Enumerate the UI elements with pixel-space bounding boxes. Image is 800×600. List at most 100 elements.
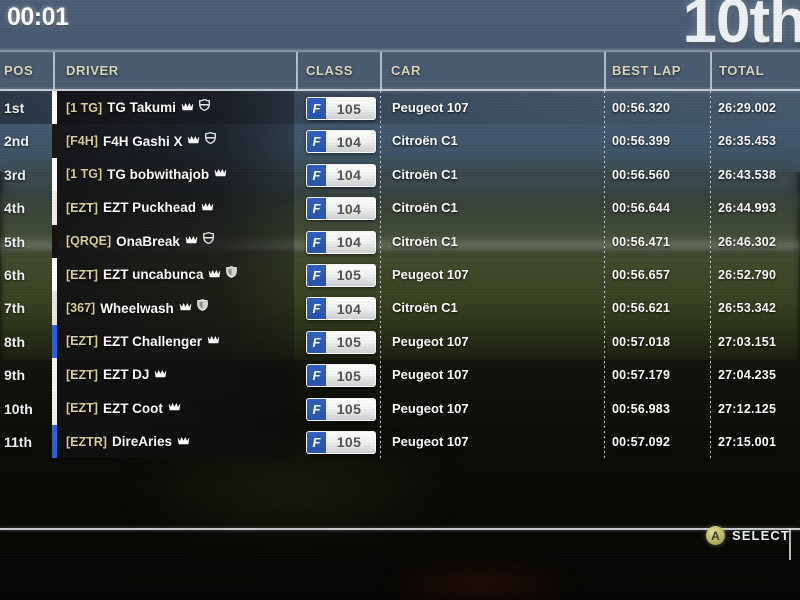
row-class-plate: F 104 [306, 130, 376, 154]
row-car: Peugeot 107 [392, 433, 469, 449]
column-header-driver: DRIVER [66, 63, 119, 78]
class-plate-number: 104 [336, 133, 362, 150]
crown-icon [208, 265, 221, 283]
row-car: Citroën C1 [392, 233, 458, 249]
table-row[interactable]: 10th [EZT] EZT Coot F 105 Peugeot 107 00:56.98… [0, 391, 800, 425]
row-class-plate: F 105 [306, 97, 376, 120]
table-row[interactable]: 8th [EZT] EZT Challenger F 105 Peugeot 107 00:… [0, 324, 800, 359]
row-class-plate: F 104 [306, 230, 376, 254]
row-car: Peugeot 107 [392, 266, 469, 282]
row-best-lap: 00:56.983 [612, 401, 671, 416]
crown-icon [179, 298, 192, 316]
row-total-time: 26:43.538 [718, 167, 777, 182]
row-driver-cell[interactable]: [EZT] EZT Challenger [57, 324, 294, 359]
row-driver-name: OnaBreak [116, 233, 180, 249]
row-driver-tag: [QRQE] [66, 234, 112, 249]
class-plate-prefix: F [307, 431, 326, 453]
row-position: 2nd [4, 133, 29, 150]
table-row[interactable]: 2nd [F4H] F4H Gashi X F 104 Citroën C1 00:56.3… [0, 124, 800, 158]
row-driver-cell[interactable]: [EZT] EZT uncabunca [57, 257, 294, 292]
row-driver-tag: [1 TG] [66, 100, 103, 115]
table-row[interactable]: 1st [1 TG] TG Takumi F 105 Peugeot 107 00:56.3… [0, 91, 800, 125]
player-position: 10th [682, 0, 800, 56]
row-total-time: 27:04.235 [718, 368, 777, 383]
row-class-plate: F 104 [306, 197, 376, 221]
row-driver-tag: [EZTR] [66, 434, 107, 449]
row-driver-cell[interactable]: [QRQE] OnaBreak [57, 224, 294, 258]
row-car: Peugeot 107 [392, 100, 469, 115]
table-row[interactable]: 4th [EZT] EZT Puckhead F 104 Citroën C1 00:56.… [0, 191, 800, 225]
class-plate-number: 105 [336, 434, 362, 451]
row-driver-cell[interactable]: [F4H] F4H Gashi X [57, 124, 294, 158]
row-driver-cell[interactable]: [EZT] EZT Coot [57, 391, 294, 425]
shield-banded-icon [202, 231, 214, 249]
row-best-lap: 00:57.179 [612, 368, 671, 383]
row-car: Citroën C1 [392, 166, 458, 182]
class-plate-prefix: F [307, 331, 326, 353]
row-position: 9th [4, 367, 25, 384]
footer-rule [0, 528, 800, 530]
row-driver-tag: [EZT] [66, 367, 98, 382]
row-position: 6th [4, 266, 25, 283]
row-driver-tag: [367] [66, 301, 96, 316]
header-divider-pos [53, 52, 55, 89]
row-driver-cell[interactable]: [EZT] EZT DJ [57, 358, 294, 392]
crown-icon [177, 432, 190, 450]
row-driver-cell[interactable]: [1 TG] TG bobwithajob [57, 157, 294, 192]
shield-solid-icon [196, 298, 208, 316]
header-divider-car [380, 52, 382, 89]
row-driver-name: F4H Gashi X [102, 133, 183, 149]
row-total-time: 26:29.002 [718, 101, 777, 115]
row-position: 8th [4, 333, 25, 350]
table-header-row: POS DRIVER CLASS CAR BEST LAP TOTAL [0, 50, 800, 89]
row-class-plate: F 104 [306, 297, 376, 321]
class-plate-number: 105 [336, 334, 362, 351]
row-driver-cell[interactable]: [367] Wheelwash [57, 291, 294, 325]
class-plate-number: 104 [336, 300, 362, 317]
row-best-lap: 00:56.471 [612, 234, 671, 249]
row-car: Peugeot 107 [392, 367, 469, 383]
table-row[interactable]: 5th [QRQE] OnaBreak F 104 Citroën C1 00:56.471… [0, 224, 800, 258]
row-position: 10th [4, 400, 33, 417]
class-plate-number: 105 [336, 367, 362, 384]
row-driver-name: EZT Challenger [102, 333, 202, 349]
row-total-time: 26:53.342 [718, 301, 777, 316]
crown-icon [154, 365, 167, 383]
row-driver-tag: [F4H] [66, 134, 98, 149]
row-driver-cell[interactable]: [1 TG] TG Takumi [57, 91, 294, 125]
row-position: 4th [4, 200, 25, 217]
row-car: Citroën C1 [392, 300, 458, 316]
class-plate-number: 104 [336, 167, 362, 184]
table-row[interactable]: 3rd [1 TG] TG bobwithajob F 104 Citroën C1 00:… [0, 157, 800, 192]
row-driver-name: EZT Coot [102, 400, 163, 416]
class-plate-prefix: F [307, 231, 326, 253]
row-driver-name: EZT uncabunca [102, 267, 204, 283]
crown-icon [201, 198, 214, 216]
table-row[interactable]: 7th [367] Wheelwash F 104 Citroën C1 00:56.621… [0, 291, 800, 325]
class-plate-prefix: F [307, 264, 326, 286]
row-class-plate: F 105 [306, 430, 376, 454]
class-plate-number: 104 [336, 234, 362, 251]
row-best-lap: 00:56.560 [612, 167, 671, 182]
row-car: Citroën C1 [392, 200, 458, 216]
row-position: 5th [4, 233, 25, 250]
class-plate-number: 105 [336, 267, 362, 284]
shield-solid-icon [226, 265, 238, 283]
class-plate-prefix: F [307, 164, 326, 186]
row-driver-cell[interactable]: [EZTR] DireAries [57, 424, 294, 459]
row-driver-name: DireAries [111, 434, 173, 450]
row-best-lap: 00:57.018 [612, 334, 671, 349]
header-divider-total [710, 52, 712, 89]
table-row[interactable]: 11th [EZTR] DireAries F 105 Peugeot 107 00:57.… [0, 424, 800, 459]
class-plate-prefix: F [307, 198, 326, 220]
crown-icon [185, 231, 198, 249]
row-driver-tag: [EZT] [66, 200, 98, 215]
select-button[interactable]: A SELECT [706, 526, 790, 545]
row-total-time: 27:15.001 [718, 434, 777, 449]
table-row[interactable]: 9th [EZT] EZT DJ F 105 Peugeot 107 00:57.179 27… [0, 358, 800, 392]
row-position: 1st [4, 100, 25, 116]
class-plate-prefix: F [307, 398, 326, 420]
background-bottom-glow [380, 560, 580, 600]
table-row[interactable]: 6th [EZT] EZT uncabunca F 105 Peugeot 107 00:5… [0, 257, 800, 292]
row-driver-cell[interactable]: [EZT] EZT Puckhead [57, 191, 294, 225]
